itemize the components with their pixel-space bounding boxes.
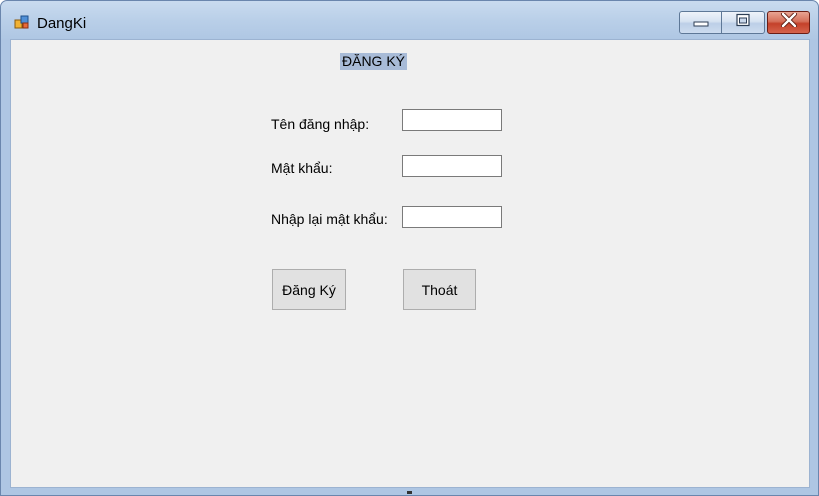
title-bar[interactable]: DangKi [1,1,818,39]
username-input[interactable] [402,109,502,131]
form-client-area: ĐĂNG KÝ Tên đăng nhập: Mật khẩu: Nhập lạ… [10,39,810,488]
maximize-icon [735,13,751,32]
maximize-button[interactable] [722,11,765,34]
dangki-window: DangKi ĐĂNG KÝ Tên đăng nhập: Mật khẩu: … [0,0,819,496]
register-button[interactable]: Đăng Ký [272,269,346,310]
close-icon [780,11,798,32]
minimize-button[interactable] [679,11,722,34]
page-title: ĐĂNG KÝ [340,53,408,70]
exit-button[interactable]: Thoát [403,269,476,310]
resize-grip [407,491,412,494]
username-label: Tên đăng nhập: [271,116,370,132]
minimize-icon [693,14,709,32]
confirm-password-label: Nhập lại mật khẩu: [271,211,388,227]
close-button[interactable] [767,11,810,34]
password-input[interactable] [402,155,502,177]
confirm-password-input[interactable] [402,206,502,228]
password-label: Mật khẩu: [271,160,333,176]
window-title: DangKi [37,15,87,32]
app-icon[interactable] [14,14,30,30]
